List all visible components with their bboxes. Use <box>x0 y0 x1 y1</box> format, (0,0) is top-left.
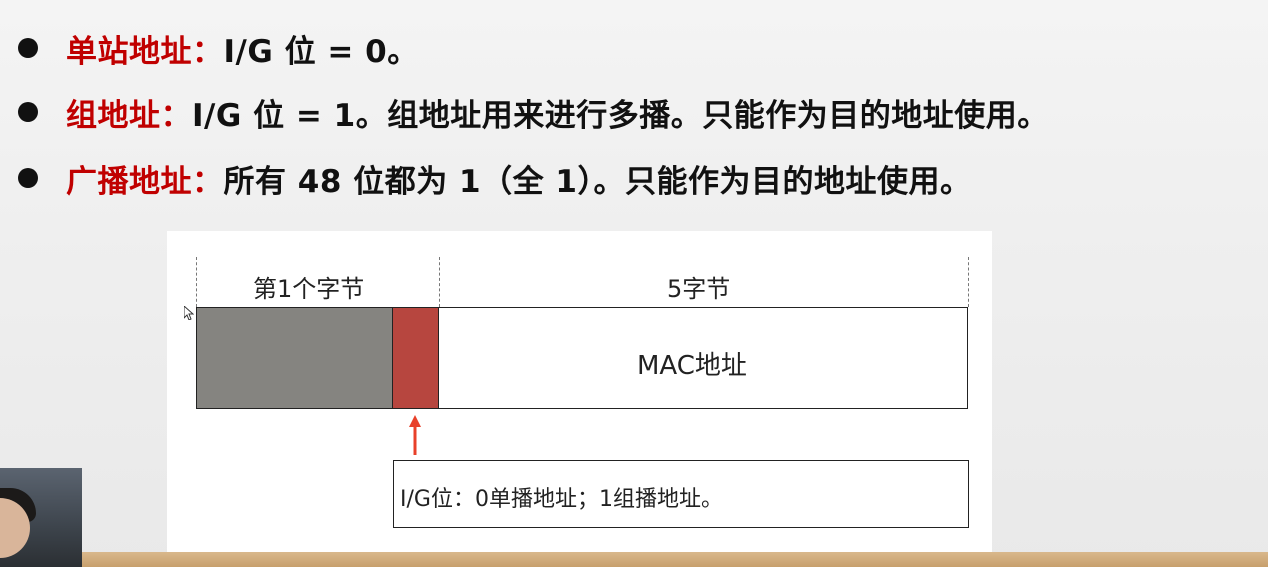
bullet-text: I/G 位 = 0。 <box>223 33 419 70</box>
bullet-line: 单站地址：I/G 位 = 0。 <box>66 26 419 71</box>
bullet-line: 组地址：I/G 位 = 1。组地址用来进行多播。只能作为目的地址使用。 <box>66 90 1049 135</box>
mouse-cursor-icon <box>184 306 194 320</box>
bullet-term: 单站地址 <box>66 33 192 70</box>
first-byte-block <box>197 308 393 408</box>
mac-address-diagram: 第1个字节 5字节 MAC地址 I/G位：0单播地址；1组播地址。 <box>167 231 992 557</box>
mac-address-frame: MAC地址 <box>196 307 968 409</box>
dimension-line <box>968 257 969 307</box>
ig-bit-note: I/G位：0单播地址；1组播地址。 <box>400 487 723 512</box>
bullet-term: 组地址 <box>66 97 161 134</box>
dimension-line <box>439 257 440 307</box>
bullet-dot <box>18 38 38 58</box>
bullet-text: 所有 48 位都为 1（全 1）。只能作为目的地址使用。 <box>223 163 972 200</box>
bullet-dot <box>18 102 38 122</box>
desk-surface <box>0 552 1268 567</box>
bullet-colon: ： <box>160 97 192 134</box>
five-bytes-label: 5字节 <box>667 275 731 303</box>
dimension-line <box>196 257 197 307</box>
bullet-term: 广播地址 <box>66 163 192 200</box>
ig-bit-block <box>393 308 439 408</box>
ig-bit-note-box: I/G位：0单播地址；1组播地址。 <box>393 460 969 528</box>
webcam-overlay <box>0 468 82 567</box>
bullet-colon: ： <box>192 33 224 70</box>
up-arrow-icon <box>409 415 421 455</box>
first-byte-label: 第1个字节 <box>253 275 365 303</box>
bullet-text: I/G 位 = 1。组地址用来进行多播。只能作为目的地址使用。 <box>192 97 1049 134</box>
bullet-colon: ： <box>192 163 224 200</box>
bullet-line: 广播地址：所有 48 位都为 1（全 1）。只能作为目的地址使用。 <box>66 156 971 201</box>
bullet-dot <box>18 168 38 188</box>
mac-address-label: MAC地址 <box>637 351 747 381</box>
